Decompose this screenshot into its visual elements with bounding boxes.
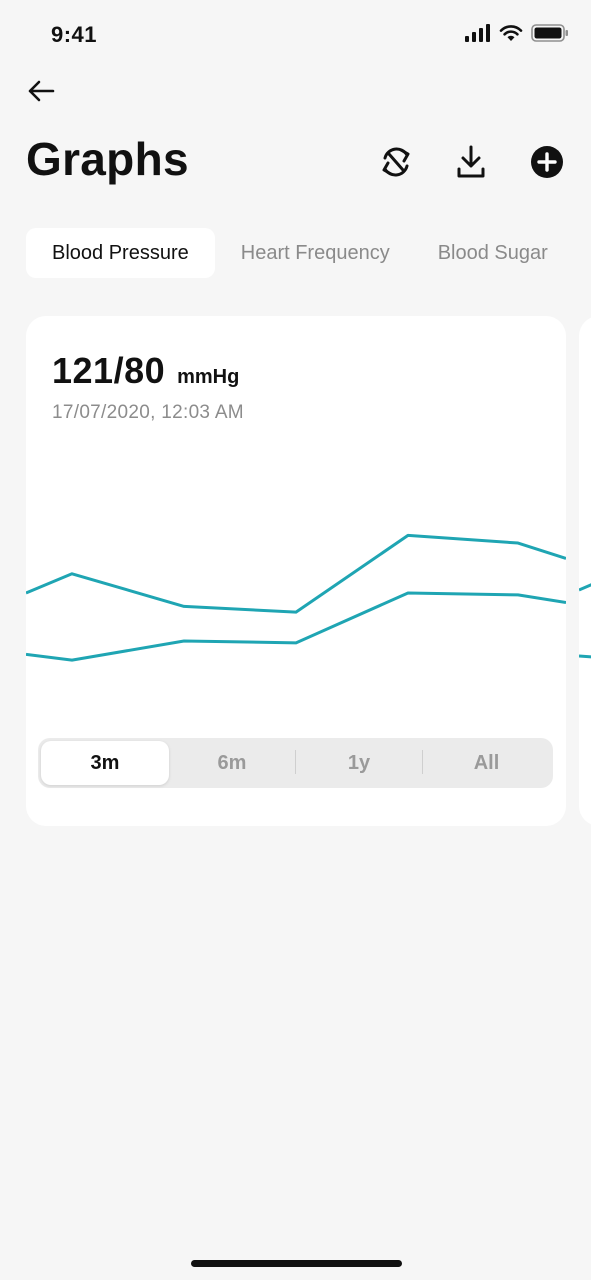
series-line-diastolic: [26, 591, 566, 662]
wifi-icon: [499, 24, 523, 47]
back-button[interactable]: [24, 78, 58, 108]
arrow-left-icon: [26, 79, 56, 108]
tab-blood-pressure[interactable]: Blood Pressure: [26, 228, 215, 278]
time-range-segmented-control: 3m 6m 1y All: [38, 738, 553, 788]
download-icon: [455, 144, 487, 185]
sync-button[interactable]: [374, 142, 418, 186]
range-option-6m[interactable]: 6m: [169, 741, 295, 785]
signal-bars-icon: [465, 24, 491, 47]
status-icons: [465, 24, 569, 47]
status-bar: 9:41: [0, 0, 591, 72]
blood-pressure-chart: [26, 533, 566, 662]
tab-heart-frequency[interactable]: Heart Frequency: [217, 228, 414, 278]
home-indicator[interactable]: [191, 1260, 402, 1267]
download-button[interactable]: [449, 142, 493, 186]
range-option-1y[interactable]: 1y: [296, 741, 422, 785]
header-actions: [0, 142, 591, 186]
tab-blood-sugar[interactable]: Blood Sugar: [414, 228, 572, 278]
next-card-peek[interactable]: [579, 316, 591, 826]
latest-reading: 121/80 mmHg: [52, 350, 239, 392]
status-time: 9:41: [51, 22, 98, 47]
series-line-systolic: [26, 533, 566, 614]
reading-date: 17/07/2020, 12:03 AM: [52, 402, 244, 423]
reading-value: 121/80: [52, 350, 166, 391]
add-button[interactable]: [525, 142, 569, 186]
sync-icon: [377, 143, 415, 186]
range-option-3m[interactable]: 3m: [41, 741, 169, 785]
metric-tabs: Blood Pressure Heart Frequency Blood Sug…: [26, 228, 572, 278]
battery-icon: [531, 24, 569, 47]
blood-pressure-card: 121/80 mmHg 17/07/2020, 12:03 AM 3m 6m 1…: [26, 316, 566, 826]
range-option-all[interactable]: All: [423, 741, 550, 785]
plus-circle-icon: [530, 145, 564, 184]
reading-unit: mmHg: [177, 366, 240, 388]
